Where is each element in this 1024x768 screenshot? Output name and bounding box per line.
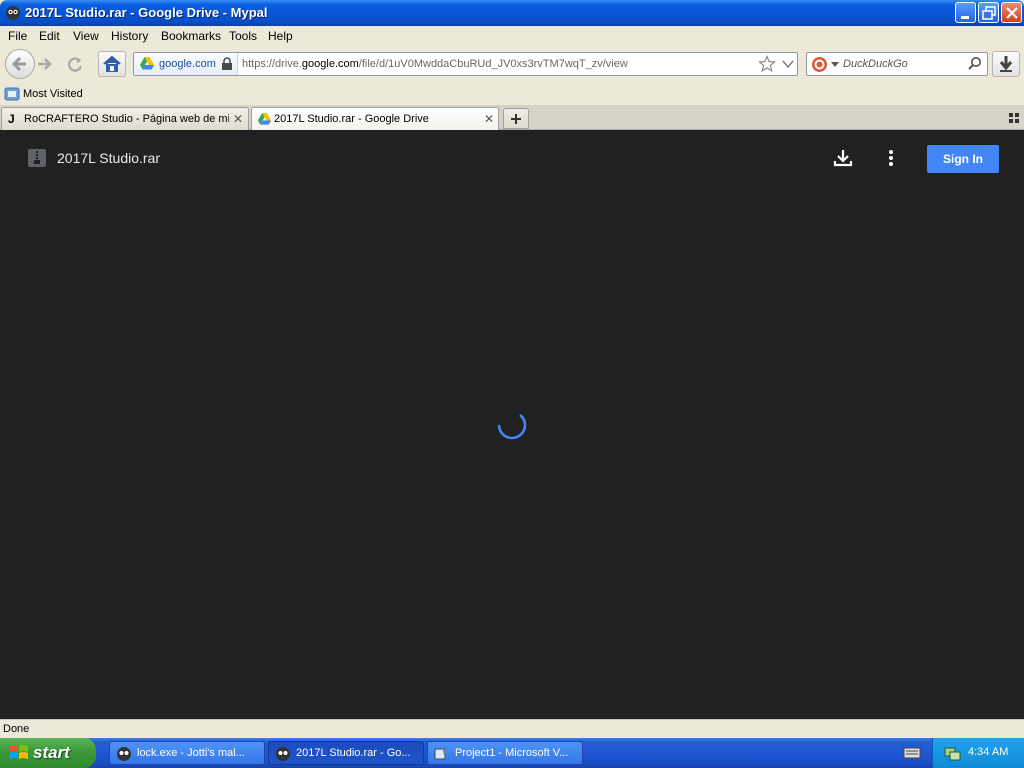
more-options-icon[interactable] [881,148,901,168]
home-icon [103,55,121,72]
back-arrow-icon [11,56,26,72]
search-icon[interactable] [967,56,983,72]
status-text: Done [3,723,30,735]
lock-icon [222,57,232,70]
menu-bar: File Edit View History Bookmarks Tools H… [0,26,1024,46]
url-bar[interactable]: google.com https://drive.google.com/file… [133,52,798,76]
clock[interactable]: 4:34 AM [968,746,1008,758]
start-label: start [33,743,70,762]
url-path: /file/d/1uV0MwddaCbuRUd_JV0xs3rvTM7wqT_z… [358,58,628,70]
google-drive-icon [140,57,154,70]
menu-file[interactable]: File [8,29,27,43]
mypal-app-icon [276,747,290,761]
bookmark-star-icon[interactable] [758,55,776,73]
most-visited-link[interactable]: Most Visited [23,88,83,100]
system-tray: 4:34 AM [932,738,1024,768]
taskbar: start lock.exe - Jotti's mal... 2017L St… [0,738,1024,768]
taskbar-item-lock-exe[interactable]: lock.exe - Jotti's mal... [109,741,265,765]
plus-icon [511,114,521,124]
keyboard-icon[interactable] [903,746,921,760]
drive-viewer: 2017L Studio.rar Sign In [0,130,1024,719]
j-icon: J [8,112,15,126]
forward-arrow-icon [38,58,52,70]
bookmarks-toolbar: Most Visited [0,84,1024,105]
window-title: 2017L Studio.rar - Google Drive - Mypal [25,5,268,20]
drive-header: 2017L Studio.rar Sign In [0,130,1024,186]
menu-history[interactable]: History [111,29,148,43]
navigation-toolbar: google.com https://drive.google.com/file… [0,46,1024,84]
taskbar-item-label: lock.exe - Jotti's mal... [137,747,245,759]
menu-bookmarks[interactable]: Bookmarks [161,29,221,43]
tab-google-drive[interactable]: 2017L Studio.rar - Google Drive ✕ [251,107,499,131]
chevron-down-icon[interactable] [831,62,839,68]
taskbar-item-label: 2017L Studio.rar - Go... [296,747,411,759]
url-text[interactable]: https://drive.google.com/file/d/1uV0Mwdd… [242,58,752,70]
site-identity-box[interactable]: google.com [134,53,238,75]
url-dropdown-icon[interactable] [782,59,794,69]
reload-icon [68,57,83,72]
download-arrow-icon [999,56,1013,72]
new-tab-button[interactable] [503,108,529,129]
reload-button[interactable] [64,53,86,75]
search-placeholder: DuckDuckGo [843,58,908,70]
close-tab-icon[interactable]: ✕ [484,112,494,126]
google-drive-icon [257,112,272,125]
menu-edit[interactable]: Edit [39,29,60,43]
sign-in-button[interactable]: Sign In [927,145,999,173]
duckduckgo-icon [812,57,827,72]
taskbar-item-google-drive[interactable]: 2017L Studio.rar - Go... [268,741,424,765]
url-domain: google.com [301,58,359,70]
restore-icon [982,6,996,20]
menu-tools[interactable]: Tools [229,29,257,43]
forward-button[interactable] [35,54,55,74]
identity-domain: google.com [159,58,216,70]
home-button[interactable] [98,51,126,77]
minimize-icon [961,16,969,19]
tab-label: RoCRAFTERO Studio - Página web de mi... [24,113,229,125]
tab-list-icon[interactable] [1008,112,1020,124]
tab-label: 2017L Studio.rar - Google Drive [274,113,429,125]
back-button[interactable] [5,49,35,79]
archive-file-icon [28,149,46,167]
close-icon [1006,7,1018,19]
status-bar: Done [0,719,1024,738]
taskbar-item-project1[interactable]: Project1 - Microsoft V... [427,741,583,765]
downloads-button[interactable] [992,51,1020,77]
tab-strip: J RoCRAFTERO Studio - Página web de mi..… [0,105,1024,131]
search-bar[interactable]: DuckDuckGo [806,52,988,76]
visual-basic-icon [434,747,448,760]
mypal-app-icon [6,6,20,20]
taskbar-item-label: Project1 - Microsoft V... [455,747,569,759]
close-window-button[interactable] [1001,2,1022,23]
tab-rocraftero-studio[interactable]: J RoCRAFTERO Studio - Página web de mi..… [1,107,249,130]
close-tab-icon[interactable]: ✕ [233,112,243,126]
menu-help[interactable]: Help [268,29,293,43]
window-titlebar[interactable]: 2017L Studio.rar - Google Drive - Mypal [0,0,1024,26]
menu-view[interactable]: View [73,29,99,43]
windows-flag-icon [10,745,28,759]
restore-button[interactable] [978,2,999,23]
file-name: 2017L Studio.rar [57,150,160,166]
url-prefix: https://drive. [242,58,302,70]
most-visited-icon [4,87,20,101]
start-button[interactable]: start [0,738,96,768]
minimize-button[interactable] [955,2,976,23]
download-icon[interactable] [833,148,853,168]
network-icon[interactable] [943,745,961,761]
loading-spinner [497,413,527,440]
mypal-app-icon [117,747,131,761]
